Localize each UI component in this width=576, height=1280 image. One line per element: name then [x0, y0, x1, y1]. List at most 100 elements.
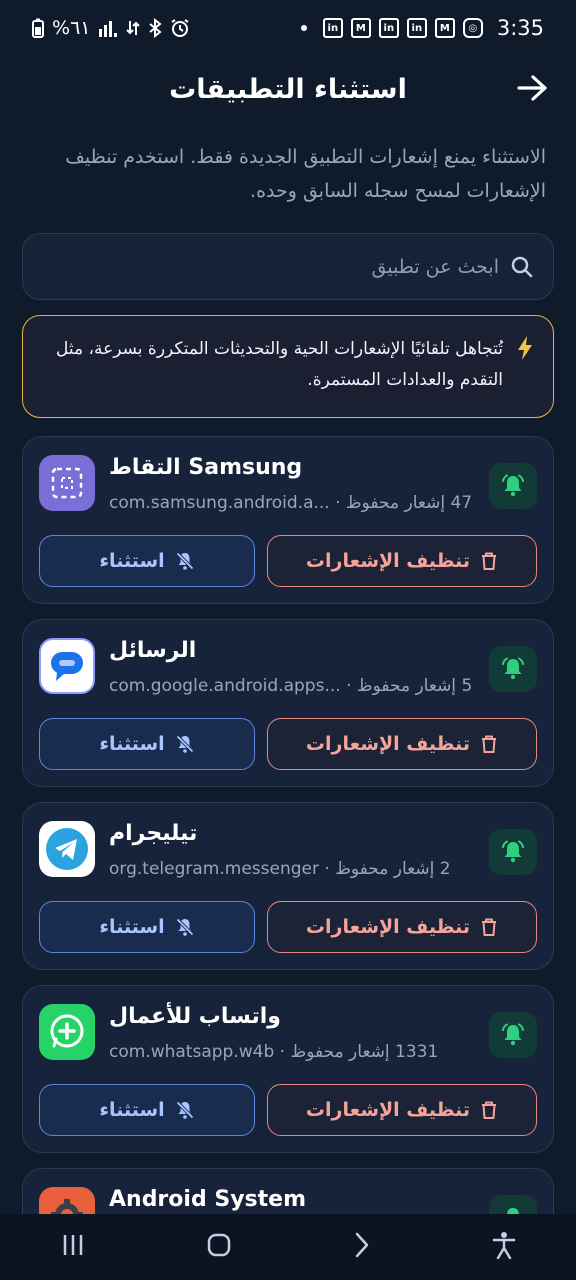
notification-status-badge[interactable]: [489, 646, 537, 692]
clear-label: تنظيف الإشعارات: [305, 916, 471, 938]
bell-ringing-icon: [502, 840, 524, 863]
whatsapp-business-icon: [39, 1004, 95, 1060]
home-button[interactable]: [198, 1224, 240, 1270]
accessibility-button[interactable]: [484, 1223, 524, 1271]
meta-separator: ·: [329, 493, 346, 513]
trash-icon: [482, 735, 497, 753]
app-actions: تنظيف الإشعارات استثناء: [39, 535, 537, 589]
data-icon: [126, 21, 141, 35]
system-nav-bar: [0, 1214, 576, 1280]
page-title: استثناء التطبيقات: [169, 73, 407, 105]
instagram-icon: ◎: [462, 18, 483, 38]
clear-notifications-button[interactable]: تنظيف الإشعارات: [267, 718, 537, 770]
exclude-button[interactable]: استثناء: [39, 901, 255, 953]
clear-label: تنظيف الإشعارات: [305, 1099, 471, 1121]
clear-label: تنظيف الإشعارات: [305, 733, 471, 755]
app-card-header: تيليجرام org.telegram.messenger · 2 إشعا…: [39, 821, 537, 883]
bell-ringing-icon: [502, 657, 524, 680]
meta-separator: ·: [318, 859, 336, 879]
search-box[interactable]: [22, 233, 554, 300]
accessibility-icon: [492, 1232, 515, 1260]
app-meta: org.telegram.messenger · 2 إشعار محفوظ: [109, 859, 451, 879]
bell-off-icon: [175, 552, 194, 570]
notification-status-badge[interactable]: [489, 1012, 537, 1058]
app-card: تيليجرام org.telegram.messenger · 2 إشعا…: [22, 802, 554, 970]
app-package: org.telegram.messenger: [109, 859, 319, 879]
notification-status-badge[interactable]: [489, 829, 537, 875]
battery-icon: [32, 18, 44, 38]
status-right: in M in in M ◎ 3:35: [300, 16, 544, 40]
bell-off-icon: [175, 918, 194, 936]
app-card: Samsung التقاط com.samsung.android.a... …: [22, 436, 554, 604]
status-left: %٦١: [32, 17, 190, 39]
home-icon: [207, 1233, 230, 1257]
exclude-label: استثناء: [99, 550, 165, 572]
alarm-icon: [171, 19, 190, 37]
samsung-capture-icon: [39, 455, 95, 511]
exclude-button[interactable]: استثناء: [39, 535, 255, 587]
clear-label: تنظيف الإشعارات: [305, 550, 471, 572]
notification-status-badge[interactable]: [489, 463, 537, 509]
telegram-icon: [39, 821, 95, 877]
exclude-label: استثناء: [99, 733, 165, 755]
battery-percent: %٦١: [52, 17, 91, 39]
app-meta: com.samsung.android.a... · 47 إشعار محفو…: [109, 493, 472, 513]
saved-count: 2 إشعار محفوظ: [335, 859, 451, 879]
exclude-label: استثناء: [99, 1099, 165, 1121]
recents-icon: [63, 1235, 82, 1255]
gmail-icon: M: [350, 18, 371, 38]
lightning-icon: [518, 336, 532, 360]
gmail-icon: M: [434, 18, 455, 38]
app-card-header: واتساب للأعمال com.whatsapp.w4b · 1331 إ…: [39, 1004, 537, 1066]
clear-notifications-button[interactable]: تنظيف الإشعارات: [267, 1084, 537, 1136]
arrow-back-icon: [517, 75, 547, 101]
description-text: الاستثناء يمنع إشعارات التطبيق الجديدة ف…: [65, 146, 546, 202]
status-bar: %٦١ in M in in M ◎ 3:35: [0, 0, 576, 56]
meta-separator: ·: [274, 1042, 291, 1062]
trash-icon: [482, 1101, 497, 1119]
app-actions: تنظيف الإشعارات استثناء: [39, 901, 537, 955]
exclude-button[interactable]: استثناء: [39, 718, 255, 770]
search-icon: [511, 256, 533, 277]
recents-button[interactable]: [53, 1225, 93, 1269]
app-name: واتساب للأعمال: [109, 1004, 281, 1029]
meta-separator: ·: [340, 676, 357, 696]
auto-ignore-notice: تُتجاهل تلقائيًا الإشعارات الحية والتحدي…: [22, 315, 554, 418]
saved-count: 47 إشعار محفوظ: [345, 493, 473, 513]
app-card: الرسائل com.google.android.apps... · 5 إ…: [22, 619, 554, 787]
linkedin-icon: in: [406, 18, 427, 38]
app-name: تيليجرام: [109, 821, 198, 846]
search-input[interactable]: [43, 255, 499, 278]
nav-back-button[interactable]: [345, 1224, 379, 1270]
exclude-button[interactable]: استثناء: [39, 1084, 255, 1136]
app-actions: تنظيف الإشعارات استثناء: [39, 718, 537, 772]
app-actions: تنظيف الإشعارات استثناء: [39, 1084, 537, 1138]
app-card-header: الرسائل com.google.android.apps... · 5 إ…: [39, 638, 537, 700]
app-name: Android System: [109, 1187, 306, 1212]
bluetooth-icon: [149, 18, 163, 38]
bell-off-icon: [175, 735, 194, 753]
linkedin-icon: in: [322, 18, 343, 38]
linkedin-icon: in: [378, 18, 399, 38]
app-name: Samsung التقاط: [109, 455, 303, 480]
app-package: com.google.android.apps...: [109, 676, 341, 696]
back-button[interactable]: [514, 70, 550, 106]
google-messages-icon: [39, 638, 95, 694]
clear-notifications-button[interactable]: تنظيف الإشعارات: [267, 535, 537, 587]
exclude-label: استثناء: [99, 916, 165, 938]
saved-count: 1331 إشعار محفوظ: [290, 1042, 439, 1062]
bell-off-icon: [175, 1101, 194, 1119]
clear-notifications-button[interactable]: تنظيف الإشعارات: [267, 901, 537, 953]
clock: 3:35: [496, 16, 544, 40]
app-package: com.samsung.android.a...: [109, 493, 330, 513]
trash-icon: [482, 918, 497, 936]
app-package: com.whatsapp.w4b: [109, 1042, 275, 1062]
app-name: الرسائل: [109, 638, 197, 663]
notice-text: تُتجاهل تلقائيًا الإشعارات الحية والتحدي…: [55, 339, 503, 390]
bell-ringing-icon: [502, 474, 524, 497]
app-card-header: Samsung التقاط com.samsung.android.a... …: [39, 455, 537, 517]
app-meta: com.whatsapp.w4b · 1331 إشعار محفوظ: [109, 1042, 438, 1062]
signal-icon: [99, 21, 118, 37]
app-bar: استثناء التطبيقات: [0, 58, 576, 120]
trash-icon: [482, 552, 497, 570]
